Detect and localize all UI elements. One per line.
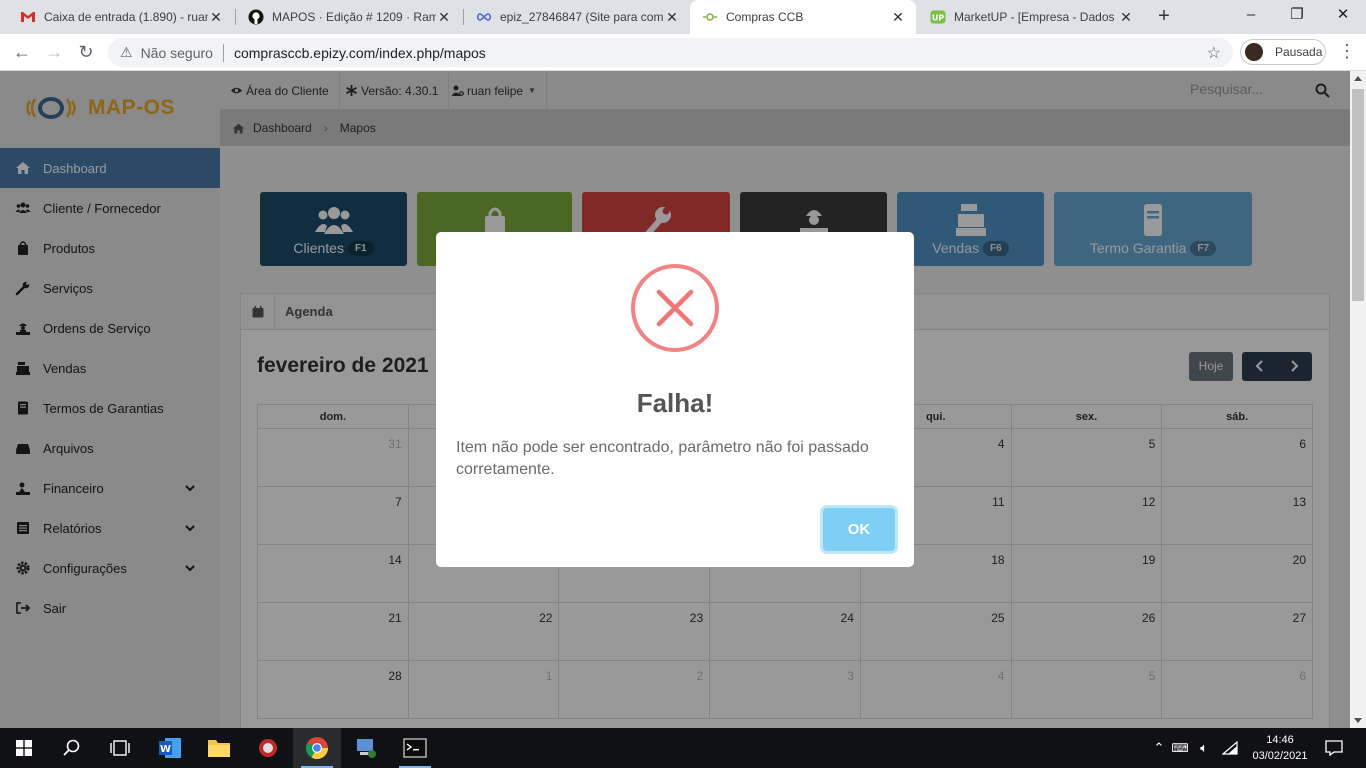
taskbar-network-app[interactable] — [342, 728, 390, 768]
gmail-icon — [21, 12, 35, 22]
start-button[interactable] — [0, 728, 48, 768]
taskbar-terminal[interactable] — [391, 728, 439, 768]
task-view-button[interactable] — [96, 728, 144, 768]
task-view-icon — [110, 740, 130, 756]
taskbar-app[interactable] — [244, 728, 292, 768]
profile-label: Pausada — [1275, 45, 1323, 59]
reload-icon[interactable]: ↻ — [74, 41, 98, 65]
notifications-button[interactable] — [1310, 728, 1358, 768]
browser-toolbar: ← → ↻ ⚠ Não seguro comprasccb.epizy.com/… — [0, 34, 1366, 71]
browser-tab-active[interactable]: Compras CCB ✕ — [690, 0, 916, 34]
taskbar-clock[interactable]: 14:46 03/02/2021 — [1248, 732, 1312, 764]
dialog-message: Item não pode ser encontrado, parâmetro … — [456, 439, 869, 478]
notification-icon — [1325, 740, 1343, 756]
network-app-icon — [357, 739, 376, 758]
browser-tab-title: epiz_27846847 (Site para comp — [500, 10, 664, 24]
volume-icon[interactable]: 🔈︎ — [1192, 740, 1216, 756]
search-button[interactable] — [48, 728, 96, 768]
github-icon — [248, 9, 264, 25]
url-text: comprasccb.epizy.com/index.php/mapos — [233, 44, 486, 61]
bookmark-star-icon[interactable]: ☆ — [1207, 43, 1221, 63]
error-x-icon — [631, 264, 719, 352]
scrollbar-thumb[interactable] — [1352, 89, 1364, 301]
browser-tab-bar: Caixa de entrada (1.890) - ruan ✕ MAPOS … — [0, 0, 1366, 34]
svg-text:W: W — [160, 744, 171, 755]
close-tab-icon[interactable]: ✕ — [890, 9, 906, 26]
close-tab-icon[interactable]: ✕ — [664, 9, 680, 26]
browser-tab[interactable]: UP MarketUP - [Empresa - Dados ✕ — [918, 0, 1144, 34]
error-dialog: Falha! Item não pode ser encontrado, par… — [436, 232, 914, 567]
ok-button[interactable]: OK — [823, 508, 895, 551]
close-tab-icon[interactable]: ✕ — [1118, 9, 1134, 26]
forward-icon[interactable]: → — [42, 41, 66, 65]
clock-time: 14:46 — [1266, 734, 1294, 746]
terminal-icon — [403, 738, 427, 758]
page-scrollbar[interactable] — [1350, 71, 1366, 728]
security-label: Não seguro — [140, 44, 213, 61]
menu-kebab-icon[interactable]: ⋮ — [1338, 42, 1356, 62]
infinity-icon — [476, 13, 492, 21]
minimize-icon[interactable]: – — [1228, 0, 1274, 34]
taskbar-explorer[interactable] — [195, 728, 243, 768]
browser-tab-title: MAPOS · Edição # 1209 · Ramo — [272, 10, 436, 24]
taskbar-word[interactable]: W — [146, 728, 194, 768]
clock-date: 03/02/2021 — [1252, 750, 1308, 762]
search-icon — [63, 739, 80, 756]
dialog-title: Falha! — [636, 388, 714, 418]
svg-text:UP: UP — [932, 14, 944, 23]
close-tab-icon[interactable]: ✕ — [208, 9, 224, 26]
browser-tab[interactable]: Caixa de entrada (1.890) - ruan ✕ — [8, 0, 234, 34]
word-icon: W — [159, 738, 181, 758]
chevron-up-icon[interactable]: ⌃ — [1150, 740, 1168, 756]
maximize-icon[interactable]: ❐ — [1274, 0, 1320, 34]
browser-tab[interactable]: MAPOS · Edição # 1209 · Ramo ✕ — [236, 0, 462, 34]
chrome-icon — [306, 737, 328, 759]
avatar — [1245, 43, 1263, 61]
browser-tab-title: Caixa de entrada (1.890) - ruan — [44, 10, 208, 24]
system-tray: ⌃ ⌨ 🔈︎ — [1150, 728, 1238, 768]
wifi-icon[interactable] — [1222, 741, 1238, 755]
browser-tab-title: Compras CCB — [726, 10, 804, 24]
close-window-icon[interactable]: ✕ — [1320, 0, 1366, 34]
close-tab-icon[interactable]: ✕ — [436, 9, 452, 26]
taskbar-chrome[interactable] — [293, 728, 341, 768]
browser-tab[interactable]: epiz_27846847 (Site para comp ✕ — [464, 0, 690, 34]
marketup-icon: UP — [930, 10, 946, 24]
warning-icon: ⚠ — [120, 44, 133, 60]
windows-taskbar: W ⌃ ⌨ 🔈︎ 14:46 03/02/2021 — [0, 728, 1366, 768]
site-icon — [703, 13, 717, 21]
folder-icon — [208, 740, 230, 757]
browser-tab-title: MarketUP - [Empresa - Dados — [954, 10, 1115, 24]
new-tab-icon[interactable]: + — [1154, 6, 1174, 27]
windows-logo-icon — [16, 740, 32, 756]
back-icon[interactable]: ← — [10, 41, 34, 65]
profile-button[interactable]: Pausada — [1240, 39, 1326, 65]
app-icon — [259, 739, 277, 757]
keyboard-icon[interactable]: ⌨ — [1168, 741, 1192, 755]
address-bar[interactable]: ⚠ Não seguro comprasccb.epizy.com/index.… — [108, 38, 1233, 67]
